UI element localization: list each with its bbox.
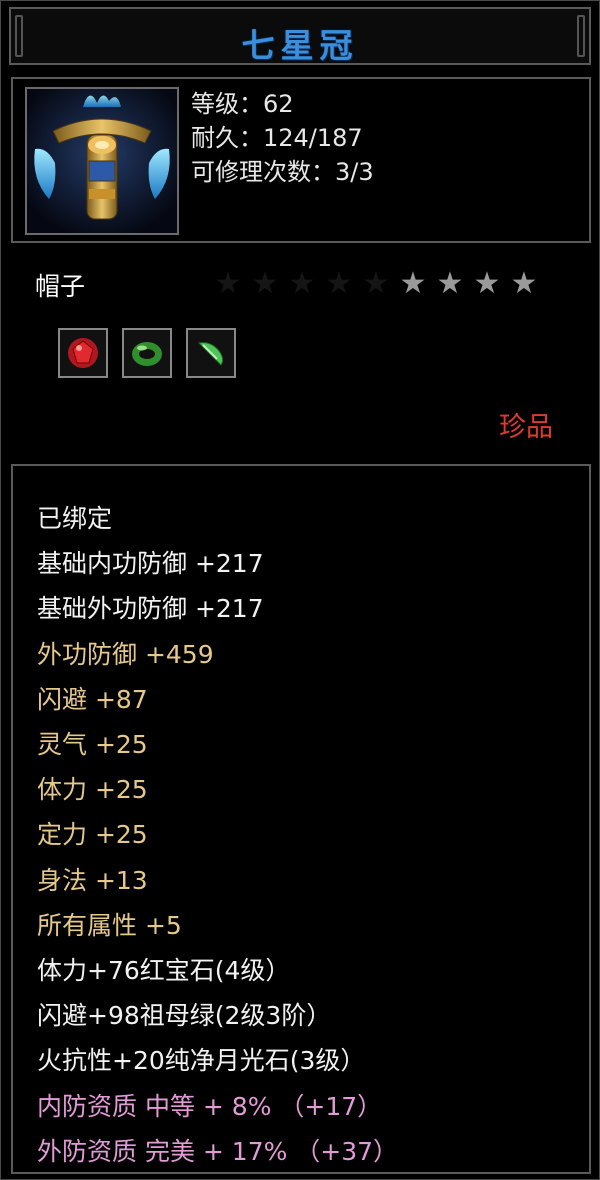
attribute-line: 基础内功防御 +217 xyxy=(37,549,264,579)
attribute-line: 基础外功防御 +217 xyxy=(37,594,264,624)
star-rating: ★ ★ ★ ★ ★ ★ ★ ★ ★ xyxy=(213,269,539,299)
item-tooltip: 七星冠 等级：62 耐久：124/187 可修理次数：3/3 帽子 ★ ★ ★ … xyxy=(0,0,600,1180)
moonstone-crystal-icon xyxy=(197,342,224,366)
attribute-line: 身法 +13 xyxy=(37,865,148,895)
item-icon-helmet xyxy=(25,87,179,235)
attribute-line: 外防资质 完美 + 17% （+37） xyxy=(37,1136,399,1166)
star-filled-icon: ★ xyxy=(399,266,427,301)
star-filled-icon: ★ xyxy=(510,266,538,301)
frame-ornament-right xyxy=(577,15,585,57)
jade-ring-icon xyxy=(132,342,162,366)
star-empty-icon: ★ xyxy=(251,266,279,301)
attributes-panel: 已绑定基础内功防御 +217 基础外功防御 +217 外功防御 +459 闪避 +87… xyxy=(11,464,591,1174)
attribute-line: 闪避 +87 xyxy=(37,684,148,714)
attribute-list: 已绑定基础内功防御 +217 基础外功防御 +217 外功防御 +459 闪避 +87… xyxy=(37,496,398,1174)
item-stats: 等级：62 耐久：124/187 可修理次数：3/3 xyxy=(191,87,374,189)
star-filled-icon: ★ xyxy=(436,266,464,301)
star-empty-icon: ★ xyxy=(288,266,316,301)
attribute-line: 灵气 +25 xyxy=(37,730,148,760)
gem-slot-moonstone[interactable] xyxy=(186,328,236,378)
item-level: 等级：62 xyxy=(191,90,294,118)
attribute-line: 闪避+98祖母绿(2级3阶） xyxy=(37,1001,332,1031)
item-type: 帽子 xyxy=(35,272,86,301)
gem-slots xyxy=(58,328,236,378)
item-name: 七星冠 xyxy=(241,26,359,65)
attribute-line: 体力 +25 xyxy=(37,775,148,805)
attribute-line: 体力+76红宝石(4级） xyxy=(37,956,291,986)
helmet-icon xyxy=(27,89,177,233)
attribute-line: 外功防御 +459 xyxy=(37,639,214,669)
gem-slot-ruby[interactable] xyxy=(58,328,108,378)
ruby-gem-icon xyxy=(68,338,98,368)
star-empty-icon: ★ xyxy=(214,266,242,301)
attribute-line: 定力 +25 xyxy=(37,820,148,850)
item-info-panel: 等级：62 耐久：124/187 可修理次数：3/3 xyxy=(11,77,591,243)
attribute-line: 火抗性+20纯净月光石(3级） xyxy=(37,1046,366,1076)
item-repair-count: 可修理次数：3/3 xyxy=(191,158,374,186)
star-empty-icon: ★ xyxy=(325,266,353,301)
item-durability: 耐久：124/187 xyxy=(191,124,363,152)
star-empty-icon: ★ xyxy=(362,266,390,301)
star-filled-icon: ★ xyxy=(473,266,501,301)
attribute-line: 已绑定 xyxy=(37,504,113,533)
attribute-line: 所有属性 +5 xyxy=(37,910,182,940)
rarity-label: 珍品 xyxy=(499,412,553,443)
title-bar: 七星冠 xyxy=(9,7,591,65)
gem-slot-emerald[interactable] xyxy=(122,328,172,378)
attribute-line: 内防资质 中等 + 8% （+17） xyxy=(37,1091,383,1121)
